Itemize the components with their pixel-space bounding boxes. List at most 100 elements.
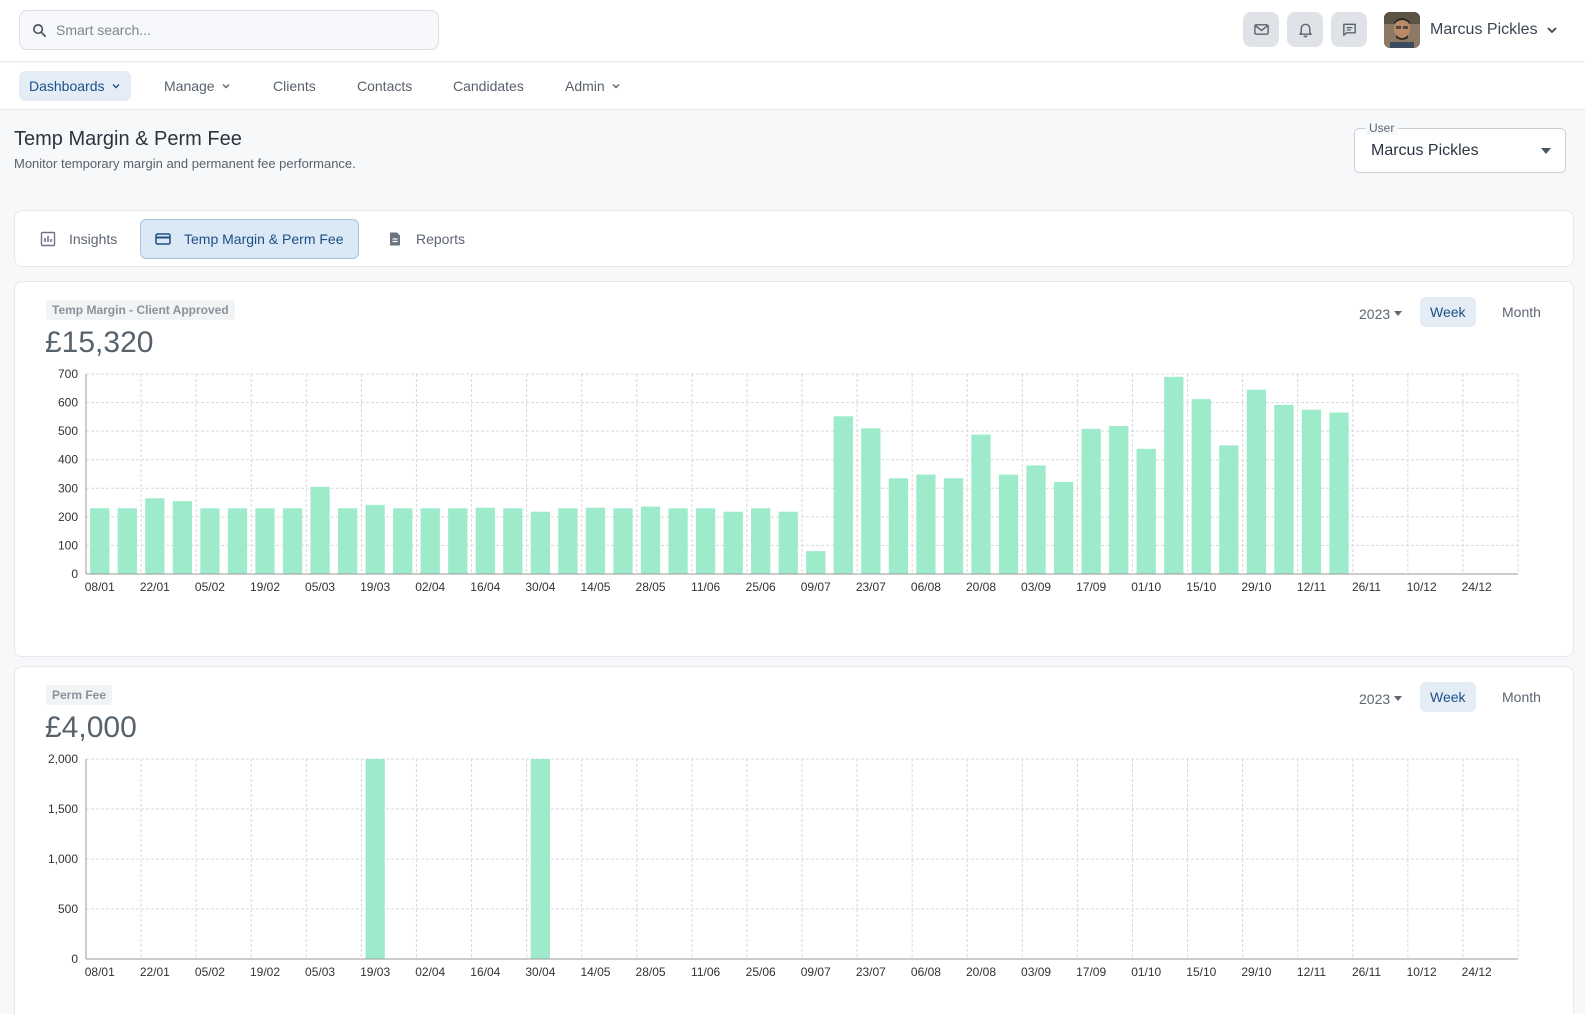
- period-week-button[interactable]: Week: [1420, 297, 1476, 327]
- bar[interactable]: [861, 428, 881, 574]
- bar[interactable]: [310, 486, 330, 574]
- bar[interactable]: [90, 508, 110, 574]
- search-box[interactable]: [19, 10, 439, 50]
- tab-reports[interactable]: Reports: [373, 219, 479, 259]
- nav-manage[interactable]: Manage: [154, 71, 241, 101]
- y-tick-label: 600: [58, 396, 78, 410]
- bar[interactable]: [1136, 448, 1156, 574]
- x-tick-label: 10/12: [1407, 580, 1437, 594]
- bar[interactable]: [640, 506, 661, 574]
- nav-label: Clients: [273, 78, 316, 94]
- bar[interactable]: [1109, 426, 1129, 574]
- bar[interactable]: [530, 511, 551, 574]
- bar[interactable]: [916, 474, 936, 574]
- bar[interactable]: [117, 508, 137, 574]
- main-nav: Dashboards Manage Clients Contacts Candi…: [0, 63, 1585, 110]
- user-select-value: Marcus Pickles: [1371, 142, 1479, 159]
- bar[interactable]: [172, 501, 193, 574]
- search-input[interactable]: [56, 22, 416, 38]
- bar[interactable]: [1219, 445, 1239, 574]
- bar[interactable]: [1301, 409, 1322, 574]
- tab-insights[interactable]: Insights: [26, 219, 131, 259]
- x-tick-label: 25/06: [746, 580, 776, 594]
- bar[interactable]: [1274, 404, 1294, 574]
- perm-fee-card: Perm Fee £4,000 2023 Week Month 0 500 1,00…: [14, 666, 1574, 1014]
- nav-candidates[interactable]: Candidates: [443, 71, 534, 101]
- y-tick-label: 100: [58, 538, 78, 552]
- bar[interactable]: [888, 478, 909, 574]
- bar[interactable]: [1026, 465, 1046, 574]
- messages-button[interactable]: [1331, 12, 1367, 47]
- bar[interactable]: [282, 508, 303, 574]
- x-tick-label: 19/02: [250, 580, 280, 594]
- x-tick-label: 22/01: [140, 965, 170, 979]
- avatar[interactable]: [1384, 12, 1420, 48]
- bar[interactable]: [393, 508, 413, 574]
- perm-fee-chart: 0 500 1,000 1,500 2,000 08/01 22/01 05/02 19/02 0…: [48, 752, 1519, 979]
- bar[interactable]: [806, 551, 826, 574]
- notifications-button[interactable]: [1287, 12, 1323, 47]
- bar[interactable]: [668, 508, 688, 574]
- bar[interactable]: [448, 508, 468, 574]
- y-tick-label: 2,000: [48, 752, 78, 766]
- bar[interactable]: [1329, 412, 1349, 574]
- x-tick-label: 26/11: [1352, 965, 1381, 979]
- tab-label: Temp Margin & Perm Fee: [184, 231, 344, 247]
- x-tick-label: 01/10: [1131, 580, 1161, 594]
- bar[interactable]: [337, 508, 358, 574]
- period-month-button[interactable]: Month: [1492, 682, 1551, 712]
- x-tick-label: 24/12: [1462, 580, 1492, 594]
- period-week-button[interactable]: Week: [1420, 682, 1476, 712]
- caret-down-icon: [1394, 311, 1403, 316]
- bar[interactable]: [1081, 428, 1101, 574]
- bar[interactable]: [971, 434, 991, 574]
- y-tick-label: 1,500: [48, 802, 78, 816]
- nav-dashboards[interactable]: Dashboards: [19, 71, 131, 101]
- bar[interactable]: [943, 478, 964, 574]
- bar[interactable]: [530, 759, 551, 959]
- mail-button[interactable]: [1243, 12, 1279, 47]
- bar[interactable]: [1191, 399, 1211, 574]
- bar[interactable]: [1053, 482, 1074, 574]
- page-title: Temp Margin & Perm Fee: [14, 128, 242, 150]
- bar[interactable]: [998, 474, 1019, 574]
- year-select[interactable]: 2023: [1359, 302, 1403, 326]
- user-select[interactable]: User Marcus Pickles: [1354, 121, 1566, 173]
- page-subtitle: Monitor temporary margin and permanent f…: [14, 156, 356, 171]
- x-tick-label: 28/05: [636, 965, 666, 979]
- nav-contacts[interactable]: Contacts: [347, 71, 422, 101]
- x-tick-label: 10/12: [1407, 965, 1437, 979]
- bar[interactable]: [751, 508, 771, 574]
- year-select[interactable]: 2023: [1359, 687, 1403, 711]
- bar[interactable]: [558, 508, 578, 574]
- period-month-button[interactable]: Month: [1492, 297, 1551, 327]
- bar[interactable]: [475, 507, 495, 574]
- bar[interactable]: [420, 508, 440, 574]
- nav-label: Contacts: [357, 78, 413, 94]
- user-menu[interactable]: Marcus Pickles: [1430, 19, 1558, 41]
- bar[interactable]: [613, 508, 633, 574]
- bar[interactable]: [200, 508, 220, 574]
- bar[interactable]: [503, 508, 523, 574]
- nav-clients[interactable]: Clients: [263, 71, 326, 101]
- bar[interactable]: [585, 507, 606, 574]
- bar[interactable]: [833, 416, 853, 574]
- tab-temp-margin-perm-fee[interactable]: Temp Margin & Perm Fee: [140, 219, 359, 259]
- y-tick-label: 0: [71, 567, 78, 581]
- chat-icon: [1342, 23, 1356, 36]
- bar[interactable]: [778, 511, 798, 574]
- bar[interactable]: [365, 759, 385, 959]
- bell-icon: [1298, 23, 1312, 38]
- bar[interactable]: [365, 504, 385, 574]
- bar[interactable]: [1164, 376, 1184, 574]
- bar[interactable]: [1246, 389, 1267, 574]
- y-tick-label: 300: [58, 481, 78, 495]
- bar[interactable]: [723, 511, 743, 574]
- nav-admin[interactable]: Admin: [555, 71, 631, 101]
- bar[interactable]: [255, 508, 275, 574]
- bar[interactable]: [695, 508, 716, 574]
- bar[interactable]: [145, 498, 165, 574]
- nav-label: Manage: [164, 78, 215, 94]
- x-tick-label: 09/07: [801, 965, 831, 979]
- bar[interactable]: [227, 508, 248, 574]
